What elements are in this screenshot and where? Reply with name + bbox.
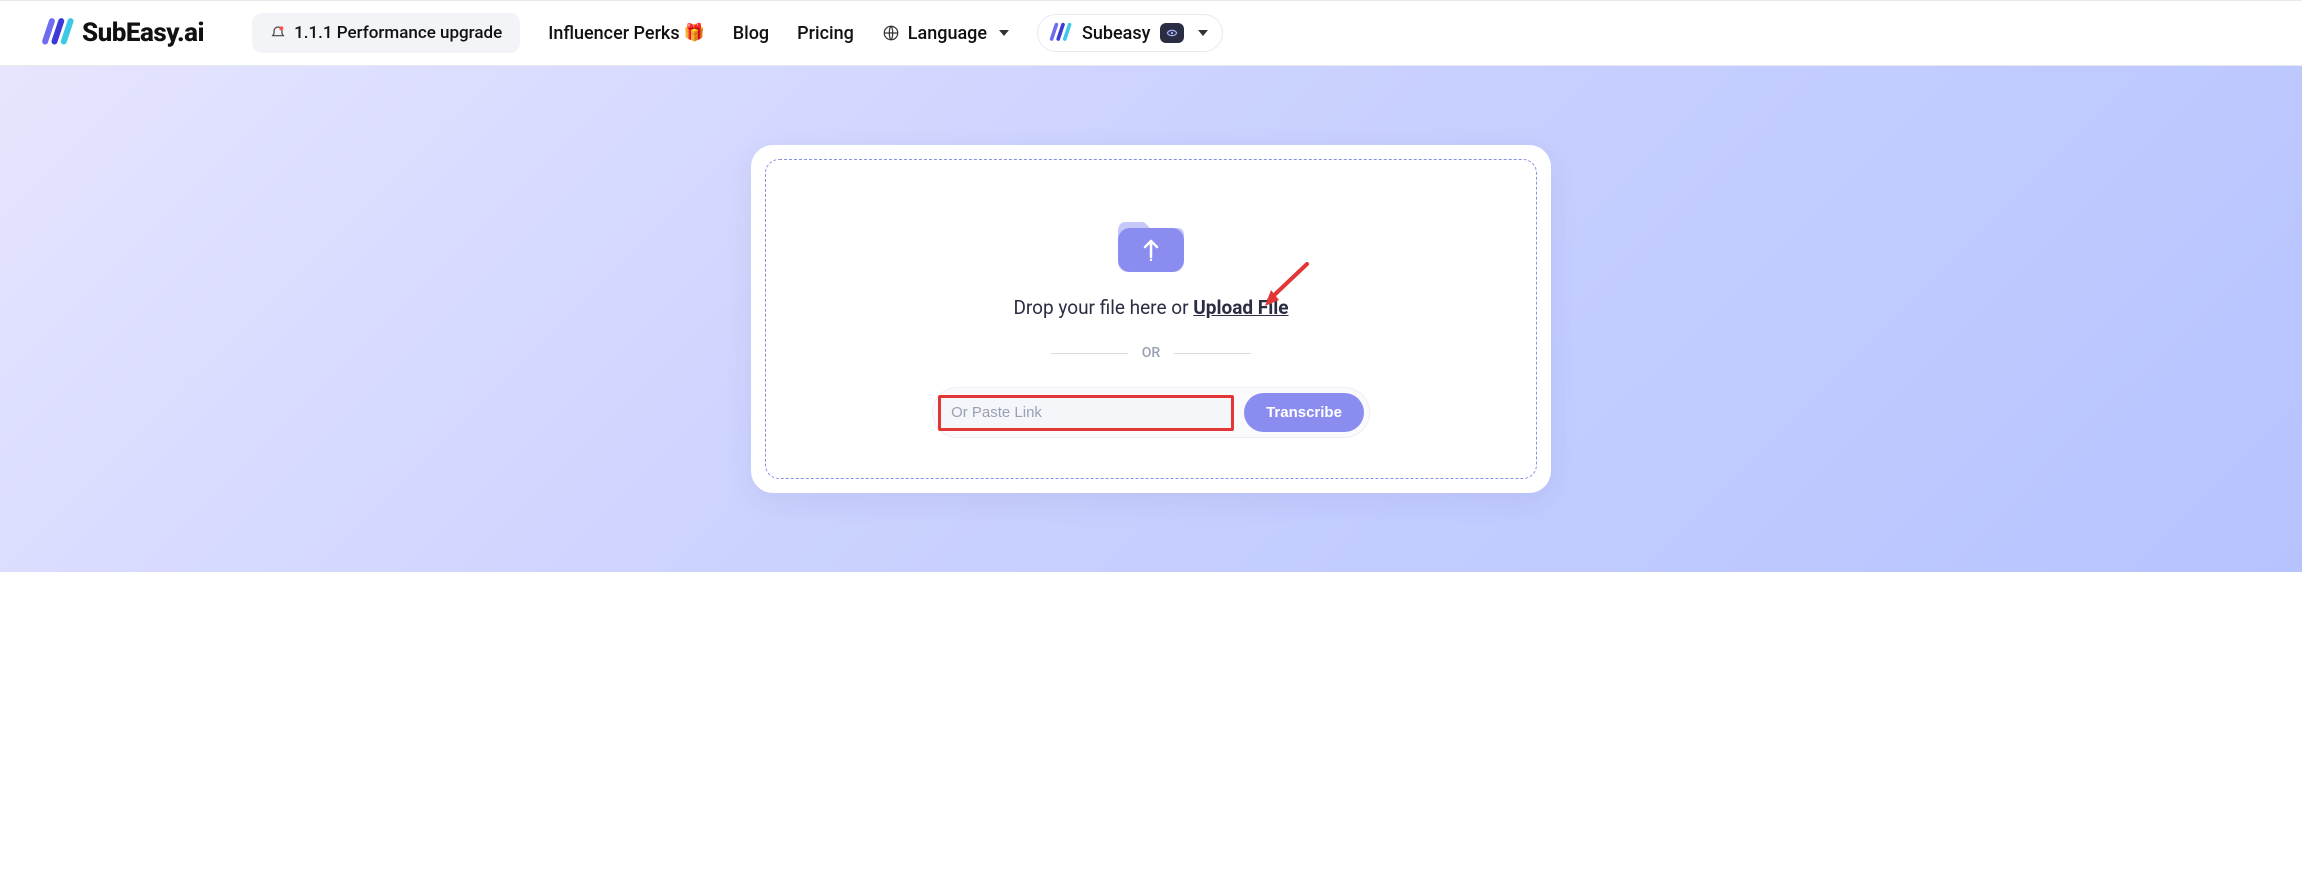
divider-line [1051,353,1128,354]
nav-blog[interactable]: Blog [733,23,769,44]
user-badge-icon [1160,23,1184,43]
arrow-annotation-icon [1261,260,1311,310]
brand-logo-icon [40,16,74,50]
bell-icon [270,25,286,41]
nav-pricing[interactable]: Pricing [797,23,854,44]
hero-section: Drop your file here or Upload File OR Tr… [0,66,2302,572]
user-name: Subeasy [1082,23,1150,44]
brand-name: SubEasy.ai [82,18,204,48]
dropzone[interactable]: Drop your file here or Upload File OR Tr… [765,159,1537,479]
chevron-down-icon [1198,30,1208,36]
user-logo-icon [1048,21,1072,45]
main-header: SubEasy.ai 1.1.1 Performance upgrade Inf… [0,0,2302,66]
upgrade-text: 1.1.1 Performance upgrade [294,23,502,43]
language-selector[interactable]: Language [882,23,1009,44]
folder-upload-icon [1116,210,1186,272]
nav-influencer-label: Influencer Perks [548,23,679,44]
brand-logo-group[interactable]: SubEasy.ai [40,16,204,50]
language-label: Language [908,23,987,44]
transcribe-button[interactable]: Transcribe [1244,393,1364,432]
upgrade-pill[interactable]: 1.1.1 Performance upgrade [252,13,520,53]
paste-link-input[interactable] [941,398,1231,428]
link-input-row: Transcribe [932,387,1370,438]
nav-influencer[interactable]: Influencer Perks🎁 [548,23,705,44]
globe-icon [882,24,900,42]
upload-card: Drop your file here or Upload File OR Tr… [751,145,1551,493]
or-label: OR [1142,345,1160,361]
divider-line [1174,353,1251,354]
user-menu[interactable]: Subeasy [1037,14,1223,52]
drop-text: Drop your file here or Upload File [1013,296,1288,319]
or-divider: OR [1051,345,1251,361]
gift-icon: 🎁 [684,23,705,43]
link-input-highlight [938,395,1234,431]
drop-prefix: Drop your file here or [1013,296,1193,319]
chevron-down-icon [999,30,1009,36]
